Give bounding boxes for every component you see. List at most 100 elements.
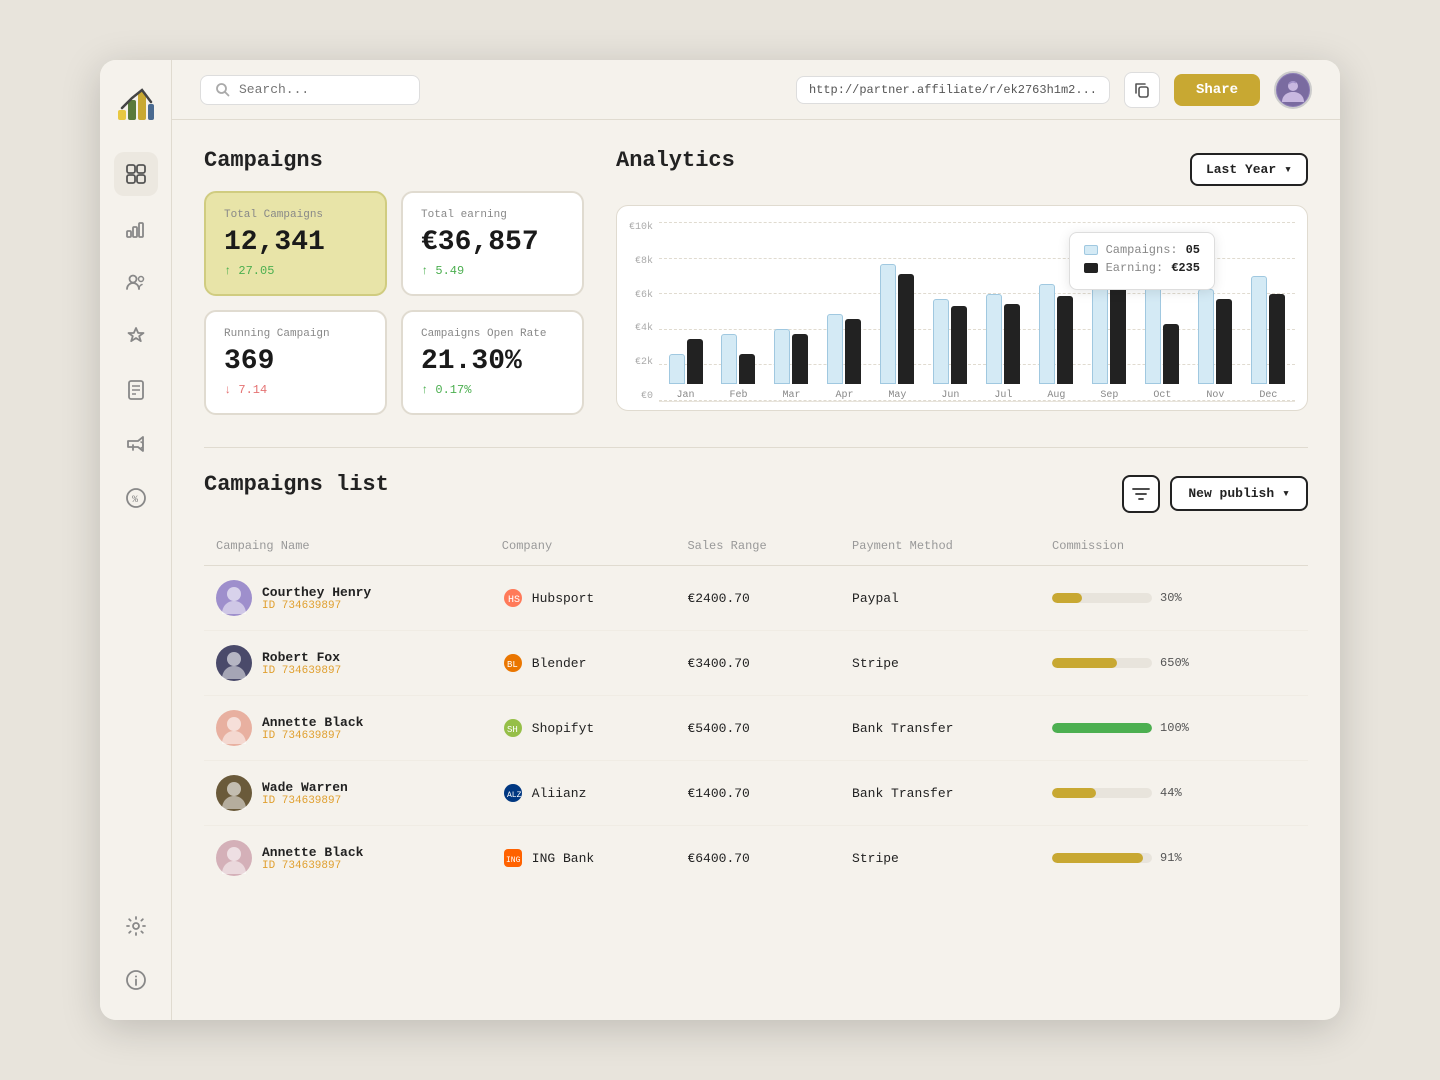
- campaign-id-r5: ID 734639897: [262, 860, 363, 872]
- chart-tooltip: Campaigns: 05 Earning: €235: [1069, 232, 1215, 290]
- new-publish-button[interactable]: New publish ▾: [1170, 476, 1308, 511]
- avatar-svg-r4: [216, 775, 252, 811]
- month-group-feb: Feb: [721, 334, 755, 401]
- bar-earning-nov: [1216, 299, 1232, 384]
- company-name-r3: Shopifyt: [532, 721, 594, 736]
- analytics-panel: Analytics Last Year ▾ €10k: [616, 148, 1308, 415]
- campaign-name-info-r1: Courthey Henry ID 734639897: [262, 585, 371, 612]
- bar-earning-mar: [792, 334, 808, 384]
- table-row: Courthey Henry ID 734639897 HSHubsport€2…: [204, 566, 1308, 631]
- month-group-mar: Mar: [774, 329, 808, 401]
- bars-pair-may: [880, 264, 914, 384]
- company-name-r5: ING Bank: [532, 851, 594, 866]
- list-actions: New publish ▾: [1122, 475, 1308, 513]
- campaign-name-cell: Robert Fox ID 734639897: [216, 645, 478, 681]
- cell-name-r3: Annette Black ID 734639897: [204, 696, 490, 761]
- cell-company-r2: BLBlender: [490, 631, 676, 696]
- progress-bar-fill-r2: [1052, 658, 1117, 668]
- company-icon-r1: HS: [502, 587, 524, 609]
- bars-pair-mar: [774, 329, 808, 384]
- company-cell-r2: BLBlender: [502, 652, 664, 674]
- svg-text:BL: BL: [507, 660, 518, 670]
- campaign-avatar-r1: [216, 580, 252, 616]
- campaign-avatar-r2: [216, 645, 252, 681]
- tooltip-campaigns-label: Campaigns:: [1106, 243, 1178, 257]
- avatar[interactable]: [1274, 71, 1312, 109]
- stat-value-total-campaigns: 12,341: [224, 227, 367, 258]
- filter-button[interactable]: [1122, 475, 1160, 513]
- bars-pair-aug: [1039, 284, 1073, 384]
- search-input[interactable]: [239, 82, 399, 97]
- bars-pair-apr: [827, 314, 861, 384]
- commission-label-r4: 44%: [1160, 786, 1196, 800]
- y-label-4k: €4k: [635, 323, 653, 334]
- publish-chevron-icon: ▾: [1282, 486, 1290, 501]
- chart-y-axis: €10k €8k €6k €4k €2k €0: [629, 222, 659, 402]
- stat-value-open-rate: 21.30%: [421, 346, 564, 377]
- campaign-avatar-r5: [216, 840, 252, 876]
- cell-company-r4: ALZAliianz: [490, 761, 676, 826]
- app-container: %: [100, 60, 1340, 1020]
- section-divider: [204, 447, 1308, 448]
- cell-company-r5: INGING Bank: [490, 826, 676, 891]
- sidebar-item-book[interactable]: [114, 368, 158, 412]
- month-group-jul: Jul: [986, 294, 1020, 401]
- table-row: Wade Warren ID 734639897 ALZAliianz€1400…: [204, 761, 1308, 826]
- bar-campaign-jul: [986, 294, 1002, 384]
- company-cell-r4: ALZAliianz: [502, 782, 664, 804]
- commission-label-r1: 30%: [1160, 591, 1196, 605]
- sidebar-item-campaigns[interactable]: [114, 422, 158, 466]
- search-box[interactable]: [200, 75, 420, 105]
- topbar: http://partner.affiliate/r/ek2763h1m2...…: [172, 60, 1340, 120]
- bar-earning-feb: [739, 354, 755, 384]
- month-label-mar: Mar: [782, 390, 800, 401]
- campaign-name-cell: Annette Black ID 734639897: [216, 710, 478, 746]
- company-name-r1: Hubsport: [532, 591, 594, 606]
- campaign-avatar-r4: [216, 775, 252, 811]
- stat-label-total-earning: Total earning: [421, 209, 564, 221]
- bar-earning-jan: [687, 339, 703, 384]
- bar-campaign-oct: [1145, 274, 1161, 384]
- publish-label: New publish: [1188, 486, 1274, 501]
- sidebar-item-users[interactable]: [114, 260, 158, 304]
- chevron-down-icon: ▾: [1284, 162, 1292, 177]
- stat-value-total-earning: €36,857: [421, 227, 564, 258]
- sidebar-item-info[interactable]: [114, 958, 158, 1002]
- table-header-row: Campaing Name Company Sales Range Paymen…: [204, 533, 1308, 566]
- cell-name-r5: Annette Black ID 734639897: [204, 826, 490, 891]
- list-header: Campaigns list New publish ▾: [204, 472, 1308, 515]
- sidebar-item-commission[interactable]: %: [114, 476, 158, 520]
- avatar-svg-r2: [216, 645, 252, 681]
- month-group-apr: Apr: [827, 314, 861, 401]
- avatar-svg-r1: [216, 580, 252, 616]
- company-icon-r3: SH: [502, 717, 524, 739]
- copy-button[interactable]: [1124, 72, 1160, 108]
- sidebar-item-favorites[interactable]: [114, 314, 158, 358]
- company-icon-r2: BL: [502, 652, 524, 674]
- campaign-name-info-r4: Wade Warren ID 734639897: [262, 780, 348, 807]
- period-selector[interactable]: Last Year ▾: [1190, 153, 1308, 186]
- svg-text:%: %: [132, 495, 138, 506]
- progress-bar-bg-r1: [1052, 593, 1152, 603]
- month-label-jun: Jun: [941, 390, 959, 401]
- sidebar-item-settings[interactable]: [114, 904, 158, 948]
- tooltip-campaigns-row: Campaigns: 05: [1084, 243, 1200, 257]
- col-payment-method: Payment Method: [840, 533, 1040, 566]
- table-row: Annette Black ID 734639897 INGING Bank€6…: [204, 826, 1308, 891]
- gridline-1: [659, 222, 1295, 223]
- sidebar-item-analytics[interactable]: [114, 206, 158, 250]
- commission-cell-r1: 30%: [1052, 591, 1296, 605]
- share-button[interactable]: Share: [1174, 74, 1260, 106]
- bar-earning-apr: [845, 319, 861, 384]
- stat-card-total-campaigns: Total Campaigns 12,341 ↑ 27.05: [204, 191, 387, 296]
- campaign-avatar-r3: [216, 710, 252, 746]
- sidebar-item-dashboard[interactable]: [114, 152, 158, 196]
- cell-sales-r2: €3400.70: [675, 631, 840, 696]
- bar-earning-dec: [1269, 294, 1285, 384]
- stat-cards: Total Campaigns 12,341 ↑ 27.05 Total ear…: [204, 191, 584, 415]
- commission-cell-r5: 91%: [1052, 851, 1296, 865]
- y-label-6k: €6k: [635, 290, 653, 301]
- outer-wrapper: %: [0, 0, 1440, 1080]
- logo[interactable]: [112, 78, 160, 126]
- bars-pair-dec: [1251, 276, 1285, 384]
